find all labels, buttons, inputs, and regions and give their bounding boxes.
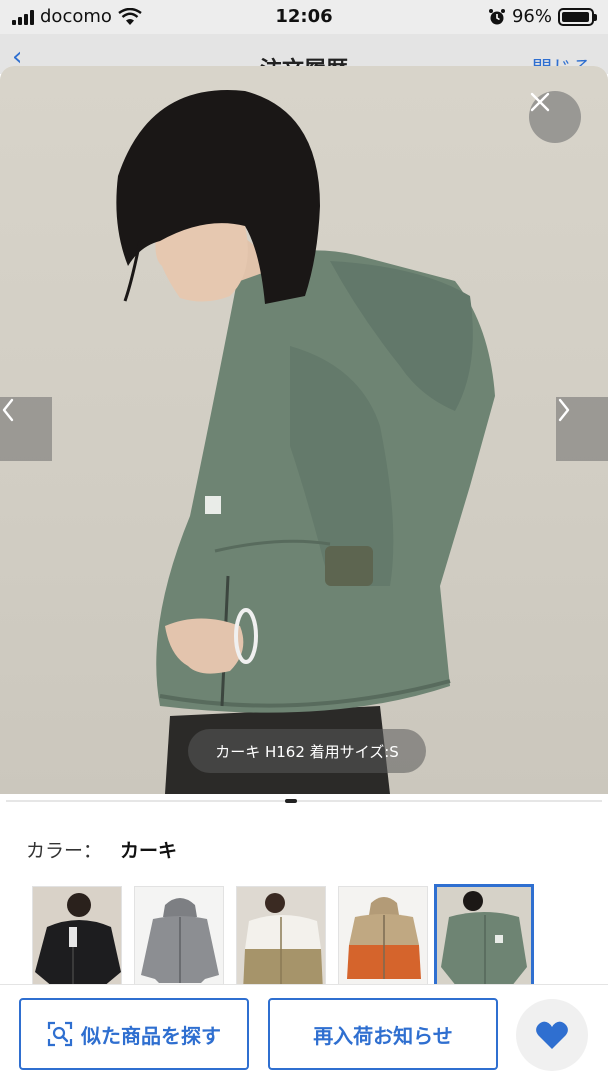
find-similar-button[interactable]: 似た商品を探す [19,998,249,1070]
page-indicator [285,799,297,803]
khaki-jacket-thumbnail [437,887,531,989]
battery-percent: 96% [511,6,552,27]
restock-notify-label: 再入荷お知らせ [313,1023,453,1048]
model-wearing-jacket-image [116,90,495,794]
next-image-button[interactable] [556,397,608,461]
color-swatch-list [32,884,608,994]
swatch-orange-beige[interactable] [338,886,428,990]
color-value: カーキ [120,840,178,862]
status-right: 96% [488,6,597,27]
bottom-action-bar: 似た商品を探す 再入荷お知らせ [0,984,608,1080]
swatch-black[interactable] [32,886,122,990]
gallery-divider [6,800,602,802]
status-bar: docomo 12:06 96% [0,0,608,34]
previous-image-button[interactable] [0,397,52,461]
image-search-icon [47,1021,73,1047]
close-icon [530,92,550,112]
heart-icon [536,1021,568,1049]
swatch-gray[interactable] [134,886,224,990]
image-caption: カーキ H162 着用サイズ:S [188,729,426,773]
black-jacket-thumbnail [33,887,121,989]
color-label: カラー： [26,840,103,862]
battery-icon [558,7,597,26]
beige-white-jacket-thumbnail [237,887,325,989]
alarm-icon [488,8,505,24]
product-photo[interactable]: カーキ H162 着用サイズ:S [0,66,608,794]
close-button[interactable] [529,91,581,143]
favorite-button[interactable] [516,999,588,1071]
swatch-beige-white[interactable] [236,886,326,990]
chevron-right-icon [558,398,570,422]
battery-fill [562,11,589,22]
product-image-sheet: カーキ H162 着用サイズ:S カラー： カーキ [0,66,608,1080]
chevron-left-icon [2,398,14,422]
find-similar-label: 似た商品を探す [81,1023,221,1048]
orange-beige-jacket-thumbnail [339,887,427,989]
swatch-khaki[interactable] [434,884,534,992]
restock-notify-button[interactable]: 再入荷お知らせ [268,998,498,1070]
gray-jacket-thumbnail [135,887,223,989]
color-selection-row: カラー： カーキ [26,836,177,863]
